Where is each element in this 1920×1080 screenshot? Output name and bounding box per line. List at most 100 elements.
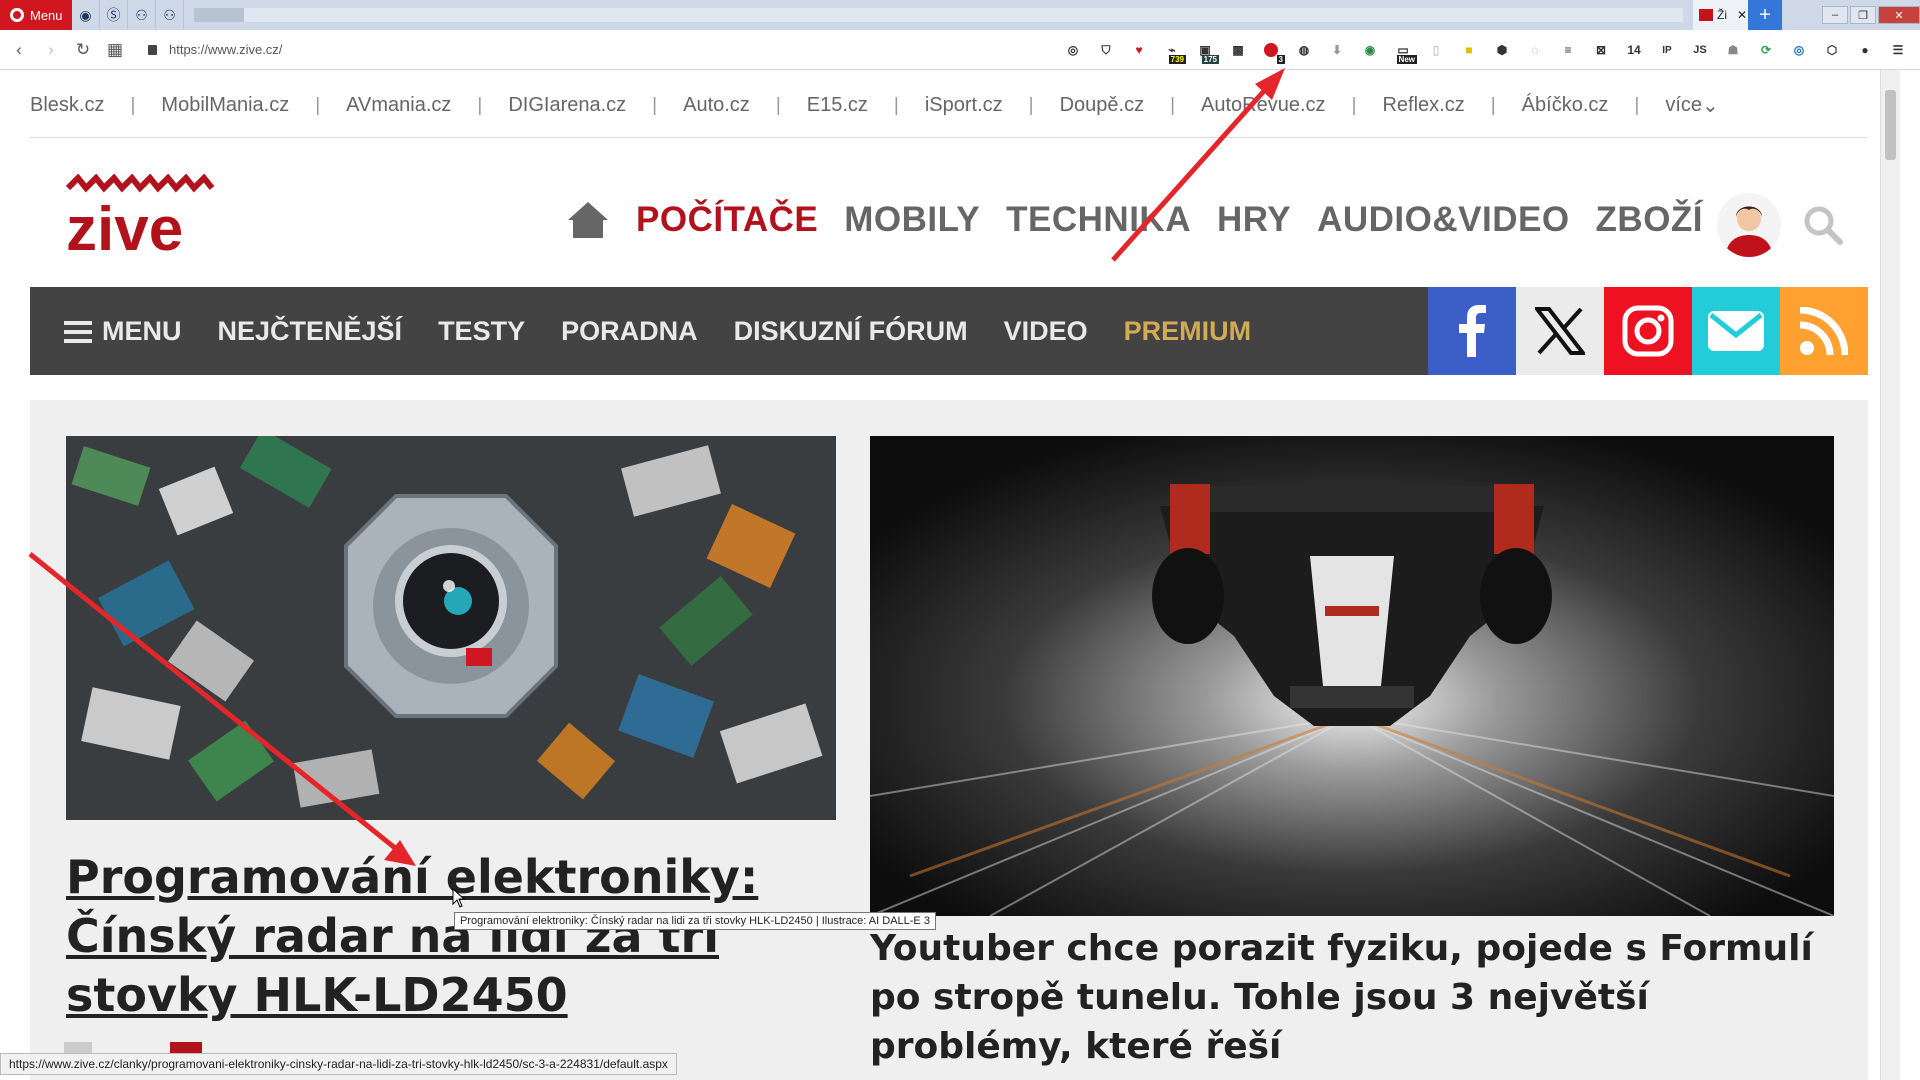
opera-logo-icon: [10, 8, 24, 22]
note-icon[interactable]: ▯: [1424, 40, 1448, 60]
search-ext-icon[interactable]: ◎: [1787, 40, 1811, 60]
hexagon-icon[interactable]: ⬢: [1490, 40, 1514, 60]
badge-new: New: [1396, 55, 1417, 64]
gamepad-icon[interactable]: ◍: [1292, 40, 1316, 60]
tabs-grid-icon[interactable]: ▦: [102, 40, 128, 60]
reload-icon[interactable]: ↻: [70, 40, 96, 60]
color-icon[interactable]: ■: [1457, 40, 1481, 60]
download-icon[interactable]: ⬇: [1325, 40, 1349, 60]
menu-item-6[interactable]: PREMIUM: [1124, 316, 1252, 347]
category-2[interactable]: MOBILY: [844, 200, 980, 240]
instagram-icon[interactable]: [1604, 287, 1692, 375]
back-icon[interactable]: ‹: [6, 40, 32, 60]
title-tooltip: Programování elektroniky: Čínský radar n…: [454, 912, 936, 930]
menu-item-3[interactable]: PORADNA: [561, 316, 698, 347]
tab-close-icon[interactable]: ✕: [1737, 8, 1747, 22]
social-links: [1428, 287, 1868, 375]
category-6[interactable]: ZBOŽÍ: [1596, 200, 1703, 240]
menu-item-5[interactable]: VIDEO: [1004, 316, 1088, 347]
site-link[interactable]: Auto.cz: [683, 94, 750, 117]
heart-icon[interactable]: ♥: [1127, 40, 1151, 60]
site-link[interactable]: Blesk.cz: [30, 94, 104, 117]
extension-175-icon[interactable]: ▣ 175: [1193, 40, 1219, 64]
lock-icon: [148, 44, 157, 55]
category-1[interactable]: POČÍTAČE: [636, 200, 818, 240]
mouse-cursor-icon: [452, 888, 466, 908]
main-menu-bar: MENU NEJČTENĚJŠÍ TESTY PORADNA DISKUZNÍ FÓR…: [30, 287, 1868, 375]
ghost-icon[interactable]: ◌: [1523, 40, 1547, 60]
x-twitter-icon[interactable]: [1516, 287, 1604, 375]
menu-item-4[interactable]: DISKUZNÍ FÓRUM: [734, 316, 968, 347]
speed-dial-tab[interactable]: ◉: [72, 0, 100, 30]
opera-menu-button[interactable]: Menu: [0, 0, 72, 30]
zive-logo[interactable]: zive: [66, 174, 214, 262]
ip-icon[interactable]: IP: [1655, 40, 1679, 60]
home-icon[interactable]: [566, 200, 610, 240]
scrollbar-thumb[interactable]: [1885, 90, 1896, 160]
badge-175: 175: [1201, 55, 1219, 64]
site-separator: |: [652, 94, 658, 116]
tab-zive[interactable]: Ži ✕: [1693, 0, 1748, 30]
new-extension-icon[interactable]: ▭ New: [1391, 40, 1417, 64]
camera-icon[interactable]: ◎: [1061, 40, 1085, 60]
network-sites-nav: Blesk.cz | MobilMania.cz | AVmania.cz | DIGIar…: [30, 92, 1868, 138]
user-ext-icon[interactable]: ☗: [1721, 40, 1745, 60]
pinned-tab-1[interactable]: ⚇: [128, 0, 156, 30]
site-link[interactable]: DIGIarena.cz: [508, 94, 626, 117]
menu-button[interactable]: MENU: [64, 316, 182, 347]
page-scrollbar[interactable]: [1880, 70, 1900, 1080]
skype-tab[interactable]: Ⓢ: [100, 0, 128, 30]
site-separator: |: [1170, 94, 1176, 116]
forward-icon[interactable]: ›: [38, 40, 64, 60]
tab-count[interactable]: 14: [1622, 40, 1646, 60]
pinned-tab-2[interactable]: ⚇: [156, 0, 184, 30]
rss-icon[interactable]: [1780, 287, 1868, 375]
site-link[interactable]: Doupě.cz: [1060, 94, 1145, 117]
avatar-icon: [1718, 194, 1780, 257]
facebook-icon[interactable]: [1428, 287, 1516, 375]
user-avatar[interactable]: [1717, 193, 1781, 257]
cube-icon[interactable]: ⬡: [1820, 40, 1844, 60]
site-link[interactable]: Ábíčko.cz: [1522, 94, 1609, 117]
article-2-image[interactable]: [870, 436, 1834, 916]
shield-icon[interactable]: ⛉: [1094, 40, 1118, 60]
adblock-icon[interactable]: 3: [1259, 40, 1285, 64]
minimize-button[interactable]: –: [1822, 6, 1848, 24]
menu-label: MENU: [102, 315, 182, 346]
site-link[interactable]: MobilMania.cz: [161, 94, 289, 117]
site-link[interactable]: Reflex.cz: [1382, 94, 1464, 117]
new-tab-button[interactable]: +: [1748, 0, 1782, 30]
extension-toolbar: ◎ ⛉ ♥ ⌁ 739 ▣ 175 ▩ 3 ◍ ⬇ ◉ ▭ New ▯ ■ ⬢ ◌ ≡…: [1061, 40, 1910, 64]
article-1-title-link[interactable]: Programování elektroniky: Čínský radar n…: [66, 848, 846, 1025]
extension-739-icon[interactable]: ⌁ 739: [1160, 40, 1186, 64]
badge-739: 739: [1168, 55, 1186, 64]
js-icon[interactable]: JS: [1688, 40, 1712, 60]
site-link[interactable]: iSport.cz: [925, 94, 1003, 117]
article-1-image[interactable]: [66, 436, 836, 820]
maximize-button[interactable]: ❐: [1850, 6, 1876, 24]
article-2-title-link[interactable]: Youtuber chce porazit fyziku, pojede s F…: [870, 924, 1850, 1071]
profile-icon[interactable]: ●: [1853, 40, 1877, 60]
category-5[interactable]: AUDIO&VIDEO: [1317, 200, 1569, 240]
puzzle-icon[interactable]: ▩: [1226, 40, 1250, 60]
search-icon[interactable]: [1802, 204, 1844, 246]
menu-item-2[interactable]: TESTY: [438, 316, 525, 347]
menu-item-1[interactable]: NEJČTENĚJŠÍ: [218, 316, 403, 347]
easy-setup-icon[interactable]: ☰: [1886, 40, 1910, 60]
lines-icon[interactable]: ≡: [1556, 40, 1580, 60]
box-icon[interactable]: ⊠: [1589, 40, 1613, 60]
category-4[interactable]: HRY: [1217, 200, 1291, 240]
sync-icon[interactable]: ⟳: [1754, 40, 1778, 60]
more-sites-dropdown[interactable]: více: [1665, 94, 1702, 117]
close-window-button[interactable]: ✕: [1878, 6, 1920, 24]
address-bar: ‹ › ↻ ▦ https://www.zive.cz/ ◎ ⛉ ♥ ⌁ 739 …: [0, 30, 1920, 70]
globe-icon[interactable]: ◉: [1358, 40, 1382, 60]
hamburger-icon: [64, 321, 92, 344]
category-3[interactable]: TECHNIKA: [1006, 200, 1191, 240]
featured-articles: Programování elektroniky: Čínský radar n…: [30, 400, 1868, 1080]
email-icon[interactable]: [1692, 287, 1780, 375]
url-field[interactable]: https://www.zive.cz/: [148, 42, 282, 57]
site-link[interactable]: AVmania.cz: [346, 94, 451, 117]
site-link[interactable]: E15.cz: [807, 94, 868, 117]
site-link[interactable]: AutoRevue.cz: [1201, 94, 1326, 117]
